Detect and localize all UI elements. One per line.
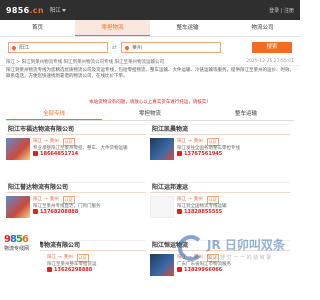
logo-digit: 6 (21, 234, 29, 245)
route-from: 阳江 (177, 197, 186, 202)
pin-icon (124, 44, 130, 51)
main-nav: 首页 零担物流 整车运输 物流公司 (0, 20, 300, 37)
pin-icon (11, 44, 17, 51)
swap-icon[interactable]: ⇄ (112, 44, 117, 51)
watermark-title: JR 日卯叫双条 (207, 237, 285, 252)
company-card[interactable]: 阳江誉达物流有限公司 阳江 → 莱州 认证 阳江至莱州专线直达，门到门服务 13768… (6, 182, 146, 218)
arrow-icon: → (44, 139, 48, 144)
user-links[interactable]: 登录 | 注册 (269, 7, 294, 14)
breadcrumb-path[interactable]: 阳江 > 阳江到莱州物流专线 阳江到莱州物流公司专线 阳江至莱州物流运输公司 (6, 59, 164, 65)
nav-home[interactable]: 首页 (0, 20, 75, 36)
route-to: 莱州 (193, 139, 203, 144)
site-logo[interactable]: 9856.cn (6, 6, 44, 15)
company-title[interactable]: 阳江誉达物流有限公司 (6, 183, 146, 193)
phone-icon (33, 151, 38, 156)
nav-ftl[interactable]: 整车运输 (150, 20, 225, 36)
watermark-logo-icon (178, 235, 204, 261)
company-title[interactable]: 阳江运邦速运 (150, 183, 290, 193)
company-cards: 阳江市福达物流有限公司 阳江 → 莱州 认证 专业承接阳江至莱州零担、整车、大件货物运… (0, 120, 300, 300)
phone-number: 13626298888 (54, 267, 93, 273)
side-logo-number: 9856 (4, 234, 40, 245)
route: 阳江 → 莱州 认证 (33, 196, 101, 204)
phone-row[interactable]: 13767561945 (177, 151, 240, 158)
route-to: 莱州 (49, 197, 59, 202)
arrow-icon: → (188, 197, 192, 202)
route: 阳江 → 莱州 认证 (177, 196, 227, 204)
from-field[interactable]: 阳江 (8, 42, 108, 53)
watermark-subtitle: 数 人 挂 交 一 一 的 动 收 录 (207, 254, 272, 261)
to-field[interactable]: 莱州 (121, 42, 222, 53)
from-value: 阳江 (19, 45, 30, 51)
company-title[interactable]: 阳江市福达物流有限公司 (6, 125, 146, 135)
route-from: 阳江 (177, 139, 186, 144)
notice-text: 本站货物没有问题，请放心以上真实货车进行托运，请核实！ (89, 100, 211, 105)
phone-row[interactable]: 18664851714 (33, 151, 128, 158)
phone-row[interactable]: 13768208888 (33, 209, 101, 216)
to-value: 莱州 (132, 45, 143, 51)
side-logo[interactable]: 9856 物流专线网 (4, 234, 40, 276)
phone-number: 13767561945 (184, 151, 223, 157)
phone-number: 13828855555 (184, 209, 223, 215)
search-row: 阳江 ⇄ 莱州 搜索 (0, 37, 300, 58)
route-from: 阳江 (47, 255, 56, 260)
side-logo-sub: 物流专线网 (4, 246, 30, 252)
verified-badge: 认证 (62, 196, 75, 204)
route: 阳江 → 莱州 认证 (47, 254, 97, 262)
route-to: 莱州 (63, 255, 73, 260)
verified-badge: 认证 (62, 138, 75, 146)
verified-badge: 认证 (76, 254, 89, 262)
phone-icon (33, 209, 38, 214)
phone-icon (177, 151, 182, 156)
city-label: 阳江 (49, 8, 61, 14)
nav-companies[interactable]: 物流公司 (225, 20, 300, 36)
top-bar: 9856.cn 阳江 登录 | 注册 (0, 0, 300, 20)
arrow-icon: → (44, 197, 48, 202)
route-from: 阳江 (33, 139, 42, 144)
nav-ltl[interactable]: 零担物流 (75, 20, 150, 36)
logo-suffix: .cn (29, 5, 44, 15)
tab-all[interactable]: 全部专线 (6, 109, 102, 120)
company-thumbnail[interactable] (6, 196, 30, 218)
company-card[interactable]: 阳江运邦速运 阳江 → 莱州 认证 阳江到全国物流专线运输 13828855555 (150, 182, 290, 218)
phone-number: 13768208888 (40, 209, 79, 215)
verified-badge: 认证 (206, 196, 219, 204)
company-thumbnail[interactable] (150, 254, 174, 276)
route-to: 莱州 (49, 139, 59, 144)
route: 阳江 → 莱州 认证 (33, 138, 128, 146)
chevron-down-icon (61, 9, 66, 12)
company-card[interactable]: 阳江凯晨物流 阳江 → 莱州 认证 阳江发往全国各地整车零担专线 1376756194… (150, 124, 290, 160)
watermark: JR 日卯叫双条 数 人 挂 交 一 一 的 动 收 录 (178, 228, 296, 268)
search-button[interactable]: 搜索 (252, 42, 292, 53)
arrow-icon: → (58, 255, 62, 260)
breadcrumb: 阳江 > 阳江到莱州物流专线 阳江到莱州物流公司专线 阳江至莱州物流运输公司 2… (0, 58, 300, 66)
route-to: 莱州 (193, 197, 203, 202)
phone-icon (47, 267, 52, 272)
phone-number: 18664851714 (40, 151, 79, 157)
tab-ltl[interactable]: 零担物流 (102, 109, 198, 120)
verified-badge: 认证 (206, 138, 219, 146)
route-from: 阳江 (33, 197, 42, 202)
route: 阳江 → 莱州 认证 (177, 138, 240, 146)
logo-main: 9856 (6, 5, 30, 15)
city-selector[interactable]: 阳江 (50, 6, 66, 14)
intro-text: 阳江到莱州物流专线为您精选优质物流公司及货运专线，包括零担物流、整车运输、大件运… (6, 68, 294, 79)
page-date: 2025-12-25 21:55:01 (246, 59, 294, 64)
phone-row[interactable]: 13828855555 (177, 209, 227, 216)
company-thumbnail[interactable] (6, 138, 30, 160)
tab-ftl[interactable]: 整车运输 (198, 109, 294, 120)
arrow-icon: → (188, 139, 192, 144)
phone-row[interactable]: 13626298888 (47, 267, 97, 274)
company-title[interactable]: 阳江凯晨物流 (150, 125, 290, 135)
phone-icon (177, 209, 182, 214)
company-thumbnail[interactable] (150, 196, 174, 218)
company-thumbnail[interactable] (150, 138, 174, 160)
company-card[interactable]: 阳江市福达物流有限公司 阳江 → 莱州 认证 专业承接阳江至莱州零担、整车、大件货物运… (6, 124, 146, 160)
